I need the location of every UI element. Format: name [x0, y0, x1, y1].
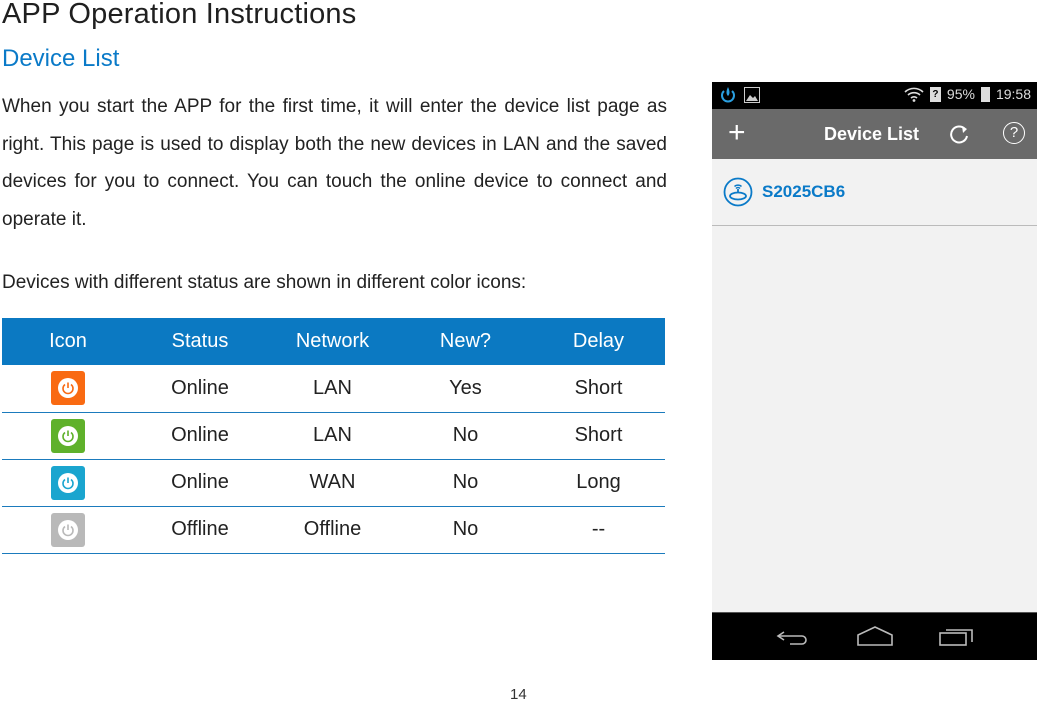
- network-cell: WAN: [266, 459, 399, 507]
- delay-cell: Short: [532, 365, 665, 413]
- network-cell: Offline: [266, 506, 399, 554]
- header-network: Network: [266, 318, 399, 365]
- network-cell: LAN: [266, 412, 399, 460]
- delay-cell: Long: [532, 459, 665, 507]
- icon-cell: [2, 365, 134, 413]
- status-bar: ? 95% 19:58: [712, 82, 1037, 109]
- table-row: Online LAN Yes Short: [2, 365, 665, 413]
- table-header-row: Icon Status Network New? Delay: [2, 318, 665, 365]
- icon-cell: [2, 412, 134, 460]
- refresh-icon[interactable]: [948, 123, 970, 145]
- home-icon[interactable]: [856, 625, 894, 647]
- app-bar: + Device List ?: [712, 109, 1037, 159]
- device-status-table: Icon Status Network New? Delay Online LA…: [2, 318, 665, 554]
- recent-apps-icon[interactable]: [938, 625, 976, 647]
- header-icon: Icon: [2, 318, 134, 365]
- table-row: Online LAN No Short: [2, 412, 665, 460]
- header-new: New?: [399, 318, 532, 365]
- header-delay: Delay: [532, 318, 665, 365]
- app-bar-title: Device List: [824, 124, 920, 144]
- battery-percent: 95%: [946, 86, 975, 102]
- table-row: Online WAN No Long: [2, 459, 665, 507]
- phone-screenshot: ? 95% 19:58 + Device List ? S2025CB6: [712, 82, 1037, 660]
- help-button[interactable]: ?: [1003, 122, 1025, 144]
- wifi-icon: [904, 87, 924, 102]
- section-heading: Device List: [2, 45, 120, 72]
- delay-cell: --: [532, 506, 665, 554]
- back-icon[interactable]: [776, 625, 812, 647]
- icon-cell: [2, 459, 134, 507]
- network-cell: LAN: [266, 365, 399, 413]
- list-item[interactable]: S2025CB6: [712, 159, 1037, 226]
- intro-paragraph: When you start the APP for the first tim…: [2, 96, 667, 230]
- app-power-icon: [721, 87, 735, 103]
- icon-explanation-paragraph: Devices with different status are shown …: [2, 272, 527, 293]
- sim-unknown-icon: ?: [929, 86, 941, 102]
- new-cell: No: [399, 459, 532, 507]
- clock: 19:58: [995, 86, 1031, 102]
- new-cell: No: [399, 412, 532, 460]
- new-cell: Yes: [399, 365, 532, 413]
- page-number: 14: [510, 686, 527, 703]
- page-title: APP Operation Instructions: [2, 0, 357, 30]
- device-name: S2025CB6: [762, 182, 846, 201]
- delay-cell: Short: [532, 412, 665, 460]
- status-cell: Online: [134, 365, 266, 413]
- router-icon: [723, 177, 753, 207]
- navigation-bar: [712, 612, 1037, 660]
- battery-icon: [980, 86, 990, 102]
- power-icon-orange: [51, 371, 85, 406]
- icon-cell: [2, 506, 134, 554]
- status-cell: Online: [134, 412, 266, 460]
- header-status: Status: [134, 318, 266, 365]
- power-icon-green: [51, 418, 85, 453]
- power-icon-blue: [51, 465, 85, 500]
- status-cell: Online: [134, 459, 266, 507]
- status-cell: Offline: [134, 506, 266, 554]
- power-icon-gray: [51, 512, 85, 547]
- new-cell: No: [399, 506, 532, 554]
- image-icon: [744, 87, 760, 103]
- table-row: Offline Offline No --: [2, 506, 665, 554]
- plus-icon[interactable]: +: [728, 118, 746, 148]
